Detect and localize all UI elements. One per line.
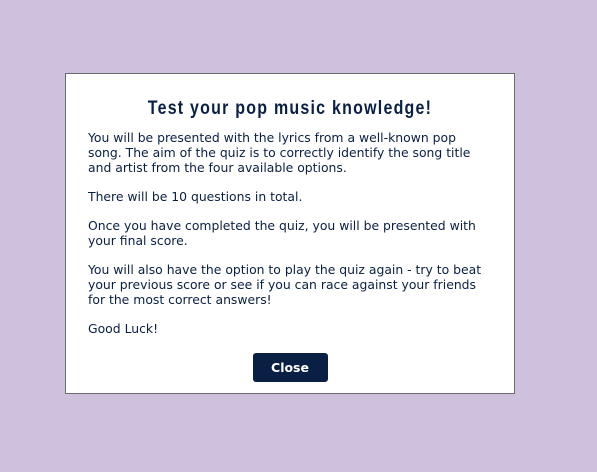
modal-body: You will be presented with the lyrics fr… [88, 130, 492, 336]
instruction-paragraph-question-count: There will be 10 questions in total. [88, 189, 303, 204]
close-button[interactable]: Close [252, 353, 328, 382]
page-background: Test your pop music knowledge! You will … [0, 0, 597, 472]
modal-title: Test your pop music knowledge! [147, 97, 433, 119]
close-button-container: Close [66, 353, 514, 382]
instruction-paragraph-play-again: You will also have the option to play th… [88, 262, 482, 307]
instruction-paragraph-final-score: Once you have completed the quiz, you wi… [88, 218, 476, 248]
instruction-paragraph-good-luck: Good Luck! [88, 321, 159, 336]
instruction-paragraph-intro: You will be presented with the lyrics fr… [88, 130, 471, 175]
instructions-modal: Test your pop music knowledge! You will … [65, 73, 515, 394]
